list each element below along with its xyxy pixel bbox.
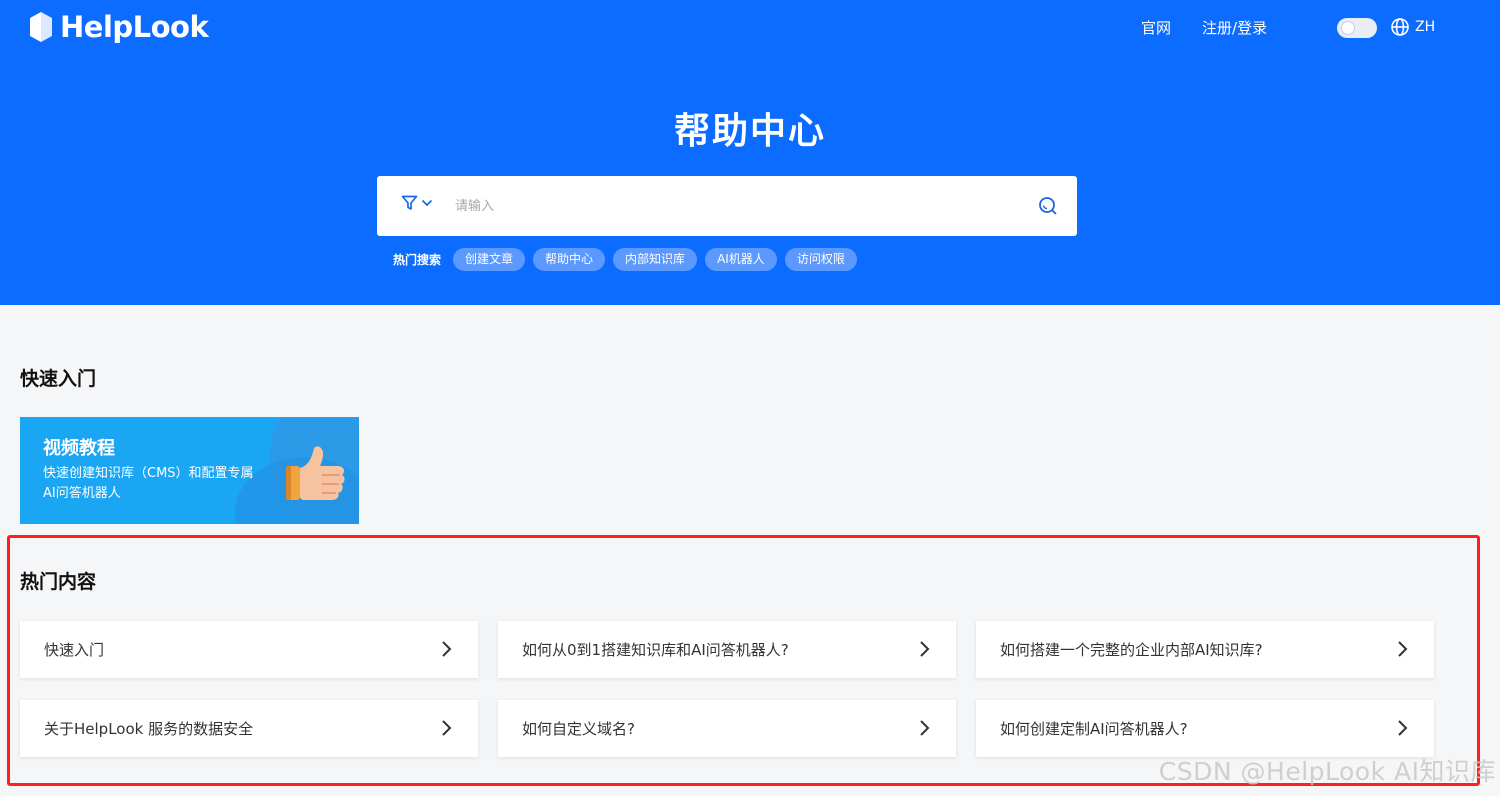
page-title: 帮助中心 bbox=[673, 111, 826, 152]
watermark: CSDN @HelpLook AI知识库 bbox=[1158, 757, 1496, 786]
video-tutorial-card[interactable]: 视频教程 快速创建知识库（CMS）和配置专属AI问答机器人 bbox=[20, 417, 359, 524]
search-icon[interactable] bbox=[1038, 196, 1058, 216]
hero-banner: HelpLook 官网 注册/登录 ZH 帮助中心 请输入 热门搜索 创建文章 … bbox=[0, 0, 1500, 305]
hot-content-item[interactable]: 关于HelpLook 服务的数据安全 bbox=[20, 700, 478, 757]
globe-icon bbox=[1391, 18, 1409, 36]
hot-content-item[interactable]: 如何创建定制AI问答机器人? bbox=[976, 700, 1434, 757]
hot-item-label: 如何搭建一个完整的企业内部AI知识库? bbox=[1000, 641, 1263, 659]
hot-content-item[interactable]: 如何自定义域名? bbox=[498, 700, 956, 757]
chevron-right-icon bbox=[442, 641, 452, 657]
chevron-right-icon bbox=[442, 720, 452, 736]
quick-start-title: 快速入门 bbox=[20, 368, 97, 390]
hot-content-title: 热门内容 bbox=[20, 571, 97, 593]
theme-toggle[interactable] bbox=[1337, 18, 1377, 38]
logo[interactable]: HelpLook bbox=[28, 10, 209, 44]
hot-content-item[interactable]: 如何从0到1搭建知识库和AI问答机器人? bbox=[498, 621, 956, 678]
chevron-right-icon bbox=[1398, 641, 1408, 657]
thumbs-up-icon bbox=[286, 446, 345, 500]
hot-tag[interactable]: 内部知识库 bbox=[613, 248, 698, 271]
hot-item-label: 如何自定义域名? bbox=[522, 720, 635, 738]
nav-official-site[interactable]: 官网 bbox=[1141, 17, 1171, 38]
chevron-right-icon bbox=[920, 641, 930, 657]
top-nav: 官网 注册/登录 bbox=[1141, 17, 1267, 38]
helplook-logo-icon bbox=[30, 12, 52, 42]
hot-tag[interactable]: 创建文章 bbox=[453, 248, 526, 271]
hot-item-label: 如何从0到1搭建知识库和AI问答机器人? bbox=[522, 641, 789, 659]
hot-item-label: 如何创建定制AI问答机器人? bbox=[1000, 720, 1188, 738]
nav-register-login[interactable]: 注册/登录 bbox=[1202, 17, 1267, 38]
toggle-knob bbox=[1341, 21, 1355, 35]
hot-tag[interactable]: 帮助中心 bbox=[533, 248, 606, 271]
hot-search-label: 热门搜索 bbox=[393, 253, 442, 267]
hot-tag[interactable]: AI机器人 bbox=[705, 248, 777, 271]
hot-content-item[interactable]: 快速入门 bbox=[20, 621, 478, 678]
logo-text: HelpLook bbox=[60, 10, 209, 44]
chevron-down-icon bbox=[421, 199, 433, 207]
hot-search: 热门搜索 创建文章 帮助中心 内部知识库 AI机器人 访问权限 bbox=[393, 248, 857, 271]
language-switcher[interactable]: ZH bbox=[1390, 17, 1435, 37]
hot-item-label: 关于HelpLook 服务的数据安全 bbox=[44, 720, 254, 738]
search-input[interactable] bbox=[455, 190, 1015, 222]
chevron-right-icon bbox=[1398, 720, 1408, 736]
video-card-title: 视频教程 bbox=[43, 438, 115, 459]
video-card-description: 快速创建知识库（CMS）和配置专属AI问答机器人 bbox=[43, 466, 254, 501]
filter-dropdown[interactable] bbox=[401, 195, 433, 211]
hot-content-item[interactable]: 如何搭建一个完整的企业内部AI知识库? bbox=[976, 621, 1434, 678]
hot-item-label: 快速入门 bbox=[44, 641, 105, 659]
chevron-right-icon bbox=[920, 720, 930, 736]
search-bar bbox=[377, 176, 1077, 236]
language-label: ZH bbox=[1415, 19, 1436, 35]
hot-tag[interactable]: 访问权限 bbox=[784, 248, 857, 271]
filter-icon bbox=[401, 195, 418, 210]
